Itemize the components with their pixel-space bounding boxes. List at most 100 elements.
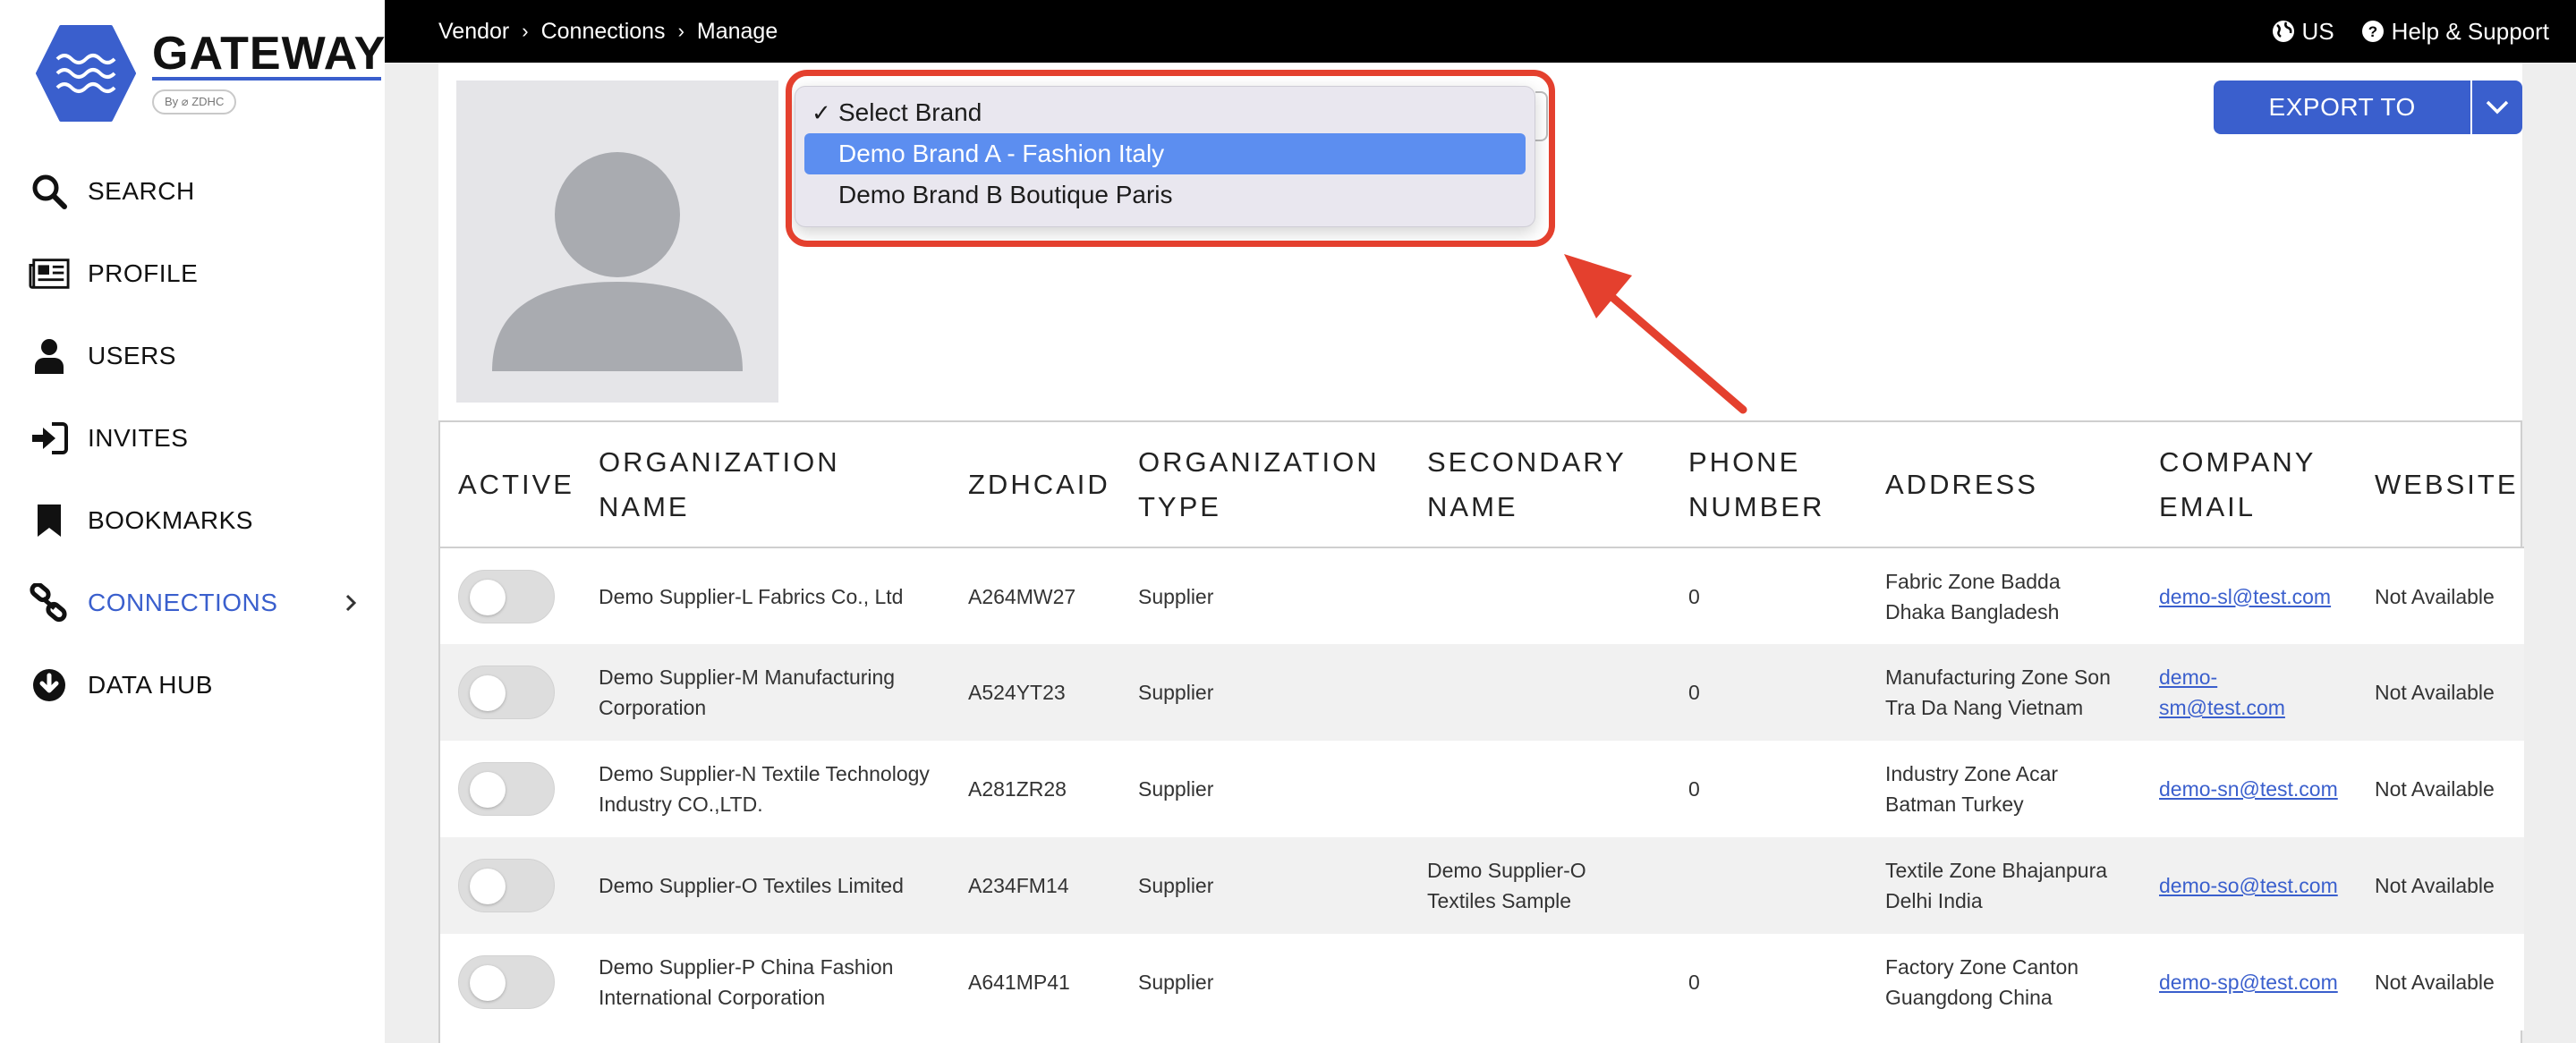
- app: GATEWAY By ⌀ ZDHC SEARCH PROFILE USERS I…: [0, 0, 2576, 1043]
- sidebar-item-profile[interactable]: PROFILE: [0, 233, 385, 315]
- organization-name-cell: Demo Supplier-N Textile Technology Indus…: [581, 741, 950, 837]
- breadcrumb-separator-icon: ›: [522, 20, 529, 42]
- sidebar: GATEWAY By ⌀ ZDHC SEARCH PROFILE USERS I…: [0, 0, 385, 1043]
- column-header-secondary-name[interactable]: SECONDARY NAME: [1409, 422, 1671, 548]
- sidebar-item-invites[interactable]: INVITES: [0, 397, 385, 479]
- organization-type-cell: Supplier: [1120, 644, 1409, 741]
- chevron-down-icon: [2486, 100, 2509, 114]
- help-support-label: Help & Support: [2391, 17, 2549, 45]
- newspaper-icon: [29, 253, 70, 294]
- company-email-link[interactable]: demo-sn@test.com: [2159, 777, 2338, 801]
- sidebar-item-label: SEARCH: [88, 177, 195, 205]
- help-support-link[interactable]: ? Help & Support: [2361, 18, 2549, 46]
- active-cell: [440, 644, 581, 741]
- zdhcaid-cell: A641MP41: [950, 934, 1120, 1030]
- phone-number-cell: 0: [1671, 644, 1867, 741]
- table-row: Demo Supplier-N Textile Technology Indus…: [440, 741, 2524, 837]
- column-header-active[interactable]: ACTIVE: [440, 422, 581, 548]
- logo-hex-icon: [36, 25, 136, 122]
- column-header-organization-name[interactable]: ORGANIZATION NAME: [581, 422, 950, 548]
- phone-number-cell: 0: [1671, 741, 1867, 837]
- active-toggle[interactable]: [458, 859, 555, 912]
- column-header-company-email[interactable]: COMPANY EMAIL: [2141, 422, 2357, 548]
- active-toggle[interactable]: [458, 666, 555, 719]
- search-icon: [29, 171, 70, 212]
- company-email-cell: demo-sm@test.com: [2141, 644, 2357, 741]
- bookmark-icon: [29, 500, 70, 541]
- gateway-logo[interactable]: GATEWAY By ⌀ ZDHC: [36, 25, 385, 123]
- sidebar-nav: SEARCH PROFILE USERS INVITES BOOKMARKS C…: [0, 150, 385, 726]
- breadcrumb-manage: Manage: [696, 18, 778, 44]
- secondary-name-cell: [1409, 644, 1671, 741]
- organization-name-cell: Demo Supplier-O Textiles Limited: [581, 837, 950, 934]
- logo-underline: [152, 77, 381, 81]
- organization-type-cell: Supplier: [1120, 934, 1409, 1030]
- organization-type-cell: Supplier: [1120, 741, 1409, 837]
- website-cell: Not Available: [2357, 644, 2524, 741]
- sign-in-icon: [29, 418, 70, 459]
- organization-name-cell: Demo Supplier-M Manufacturing Corporatio…: [581, 644, 950, 741]
- company-email-link[interactable]: demo-sm@test.com: [2159, 666, 2285, 719]
- company-email-cell: demo-so@test.com: [2141, 837, 2357, 934]
- connections-panel: ✓ Select Brand Demo Brand A - Fashion It…: [438, 63, 2524, 1043]
- column-header-organization-type[interactable]: ORGANIZATION TYPE: [1120, 422, 1409, 548]
- company-email-link[interactable]: demo-so@test.com: [2159, 874, 2338, 897]
- table-row: Demo Supplier-M Manufacturing Corporatio…: [440, 644, 2524, 741]
- connections-table: ACTIVE ORGANIZATION NAME ZDHCAID ORGANIZ…: [440, 422, 2524, 1030]
- secondary-name-cell: [1409, 547, 1671, 644]
- address-cell: Manufacturing Zone Son Tra Da Nang Vietn…: [1867, 644, 2141, 741]
- export-options-toggle[interactable]: [2470, 81, 2522, 134]
- address-cell: Factory Zone Canton Guangdong China: [1867, 934, 2141, 1030]
- sidebar-item-label: USERS: [88, 342, 176, 369]
- svg-text:?: ?: [2368, 23, 2376, 40]
- language-selector[interactable]: US: [2272, 18, 2334, 46]
- website-cell: Not Available: [2357, 741, 2524, 837]
- logo-badge: By ⌀ ZDHC: [152, 89, 237, 114]
- breadcrumb-vendor[interactable]: Vendor: [438, 19, 509, 45]
- active-toggle[interactable]: [458, 955, 555, 1009]
- export-button-group: EXPORT TO EXCEL: [2214, 81, 2522, 134]
- link-icon: [29, 582, 70, 623]
- active-cell: [440, 934, 581, 1030]
- website-cell: Not Available: [2357, 837, 2524, 934]
- phone-number-cell: 0: [1671, 547, 1867, 644]
- sidebar-item-label: CONNECTIONS: [88, 589, 278, 616]
- connections-table-container: ACTIVE ORGANIZATION NAME ZDHCAID ORGANIZ…: [438, 420, 2524, 1043]
- active-toggle[interactable]: [458, 569, 555, 623]
- top-bar-actions: US ? Help & Support: [2272, 0, 2576, 63]
- sidebar-item-bookmarks[interactable]: BOOKMARKS: [0, 479, 385, 562]
- zdhcaid-cell: A264MW27: [950, 547, 1120, 644]
- sidebar-item-data-hub[interactable]: DATA HUB: [0, 644, 385, 726]
- company-email-link[interactable]: demo-sl@test.com: [2159, 585, 2331, 608]
- top-bar: Vendor › Connections › Manage US ? Help …: [385, 0, 2576, 63]
- column-header-zdhcaid[interactable]: ZDHCAID: [950, 422, 1120, 548]
- address-cell: Fabric Zone Badda Dhaka Bangladesh: [1867, 547, 2141, 644]
- breadcrumb-separator-icon: ›: [677, 20, 684, 42]
- sidebar-item-connections[interactable]: CONNECTIONS: [0, 562, 385, 644]
- phone-number-cell: 0: [1671, 934, 1867, 1030]
- sidebar-item-search[interactable]: SEARCH: [0, 150, 385, 233]
- table-row: Demo Supplier-P China Fashion Internatio…: [440, 934, 2524, 1030]
- main-content: ✓ Select Brand Demo Brand A - Fashion It…: [385, 63, 2576, 1043]
- export-to-excel-button[interactable]: EXPORT TO EXCEL: [2214, 81, 2471, 134]
- company-email-link[interactable]: demo-sp@test.com: [2159, 971, 2338, 994]
- organization-name-cell: Demo Supplier-P China Fashion Internatio…: [581, 934, 950, 1030]
- address-cell: Industry Zone Acar Batman Turkey: [1867, 741, 2141, 837]
- column-header-website[interactable]: WEBSITE: [2357, 422, 2524, 548]
- avatar-placeholder-icon: [492, 152, 743, 371]
- column-header-address[interactable]: ADDRESS: [1867, 422, 2141, 548]
- company-email-cell: demo-sl@test.com: [2141, 547, 2357, 644]
- sidebar-item-label: BOOKMARKS: [88, 506, 253, 534]
- active-toggle[interactable]: [458, 762, 555, 816]
- chevron-right-icon: [345, 594, 357, 612]
- sidebar-item-label: PROFILE: [88, 259, 199, 287]
- column-header-phone-number[interactable]: PHONE NUMBER: [1671, 422, 1867, 548]
- active-cell: [440, 741, 581, 837]
- organization-type-cell: Supplier: [1120, 837, 1409, 934]
- logo-text: GATEWAY: [152, 28, 387, 80]
- organization-name-cell: Demo Supplier-L Fabrics Co., Ltd: [581, 547, 950, 644]
- secondary-name-cell: [1409, 741, 1671, 837]
- annotation-arrow-icon: [1564, 254, 1747, 414]
- sidebar-item-users[interactable]: USERS: [0, 315, 385, 397]
- breadcrumb-connections[interactable]: Connections: [541, 19, 666, 45]
